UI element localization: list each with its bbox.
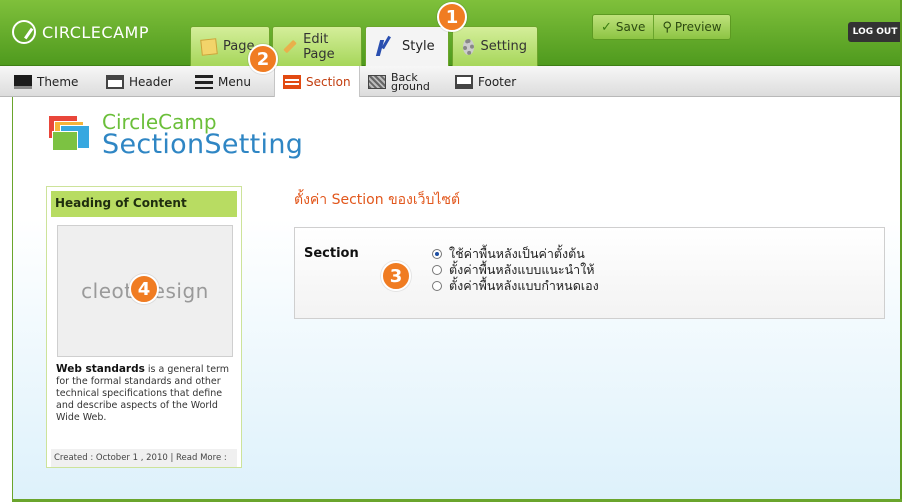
pencil-icon <box>283 39 297 54</box>
save-button[interactable]: ✓ Save <box>593 15 653 39</box>
subtab-footer-label: Footer <box>478 74 517 89</box>
background-icon <box>368 74 386 89</box>
header-icon <box>106 74 124 89</box>
logout-button[interactable]: LOG OUT <box>848 22 902 42</box>
subtab-section[interactable]: Section <box>274 66 360 98</box>
subtab-menu[interactable]: Menu <box>195 66 251 97</box>
menu-icon <box>195 74 213 89</box>
magnifier-icon: ⚲ <box>662 19 672 35</box>
subtab-background[interactable]: Back ground <box>368 66 430 97</box>
action-buttons: ✓ Save ⚲ Preview <box>592 14 731 40</box>
logo-icon <box>12 20 36 44</box>
theme-icon <box>14 74 32 89</box>
subtab-header[interactable]: Header <box>106 66 173 97</box>
subtab-header-label: Header <box>129 74 173 89</box>
brand-name: CIRCLECAMP <box>42 22 149 42</box>
preview-heading: Heading of Content <box>51 191 237 217</box>
radio-option-custom[interactable]: ตั้งค่าพื้นหลังแบบกำหนดเอง <box>432 278 599 294</box>
tab-edit-page[interactable]: Edit Page <box>272 26 362 66</box>
preview-label: Preview <box>674 20 722 34</box>
tab-setting-label: Setting <box>480 39 527 54</box>
preview-button[interactable]: ⚲ Preview <box>653 15 729 39</box>
checkmark-icon: ✓ <box>601 19 612 35</box>
section-label: Section <box>304 246 359 261</box>
section-icon <box>283 75 301 89</box>
style-subtabs: Theme Header Menu Section Back ground Fo… <box>0 66 902 98</box>
radio-button[interactable] <box>432 281 442 291</box>
callout-marker-1: 1 <box>437 2 467 32</box>
tab-edit-page-label: Edit Page <box>303 31 335 62</box>
section-radio-group: ใช้ค่าพื้นหลังเป็นค่าตั้งต้น ตั้งค่าพื้น… <box>432 246 599 294</box>
tab-setting[interactable]: Setting <box>452 26 538 66</box>
save-label: Save <box>615 20 646 34</box>
subtab-theme-label: Theme <box>37 74 79 89</box>
gear-icon <box>463 38 475 55</box>
radio-button[interactable] <box>432 249 442 259</box>
page-icon <box>200 37 218 56</box>
style-icon <box>376 38 396 56</box>
section-settings-heading: ตั้งค่า Section ของเว็บไซต์ <box>294 192 461 208</box>
radio-option-label: ตั้งค่าพื้นหลังแบบกำหนดเอง <box>449 278 599 293</box>
left-gutter <box>0 97 12 502</box>
tab-style[interactable]: Style <box>365 26 449 66</box>
callout-marker-4: 4 <box>129 274 159 304</box>
radio-button[interactable] <box>432 265 442 275</box>
page-title: CircleCamp SectionSetting <box>48 112 303 158</box>
brand-logo[interactable]: CIRCLECAMP <box>12 20 149 44</box>
callout-marker-3: 3 <box>381 261 411 291</box>
subtab-footer[interactable]: Footer <box>455 66 516 97</box>
subtab-menu-label: Menu <box>218 74 251 89</box>
section-preview-card: Heading of Content cleot design Web stan… <box>46 186 242 468</box>
subtab-background-line2: ground <box>391 79 430 93</box>
callout-marker-2: 2 <box>248 44 278 74</box>
preview-footer: Created : October 1 , 2010 | Read More : <box>51 449 237 467</box>
section-setting-logo-icon <box>48 115 92 155</box>
preview-body: Web standards is a general term for the … <box>56 363 238 424</box>
subtab-theme[interactable]: Theme <box>14 66 78 97</box>
tab-style-label: Style <box>402 39 435 54</box>
subtab-background-label: Back ground <box>391 72 430 93</box>
subtab-section-label: Section <box>306 75 351 89</box>
preview-body-bold: Web standards <box>56 363 145 375</box>
footer-icon <box>455 74 473 89</box>
page-title-line2: SectionSetting <box>102 129 304 160</box>
